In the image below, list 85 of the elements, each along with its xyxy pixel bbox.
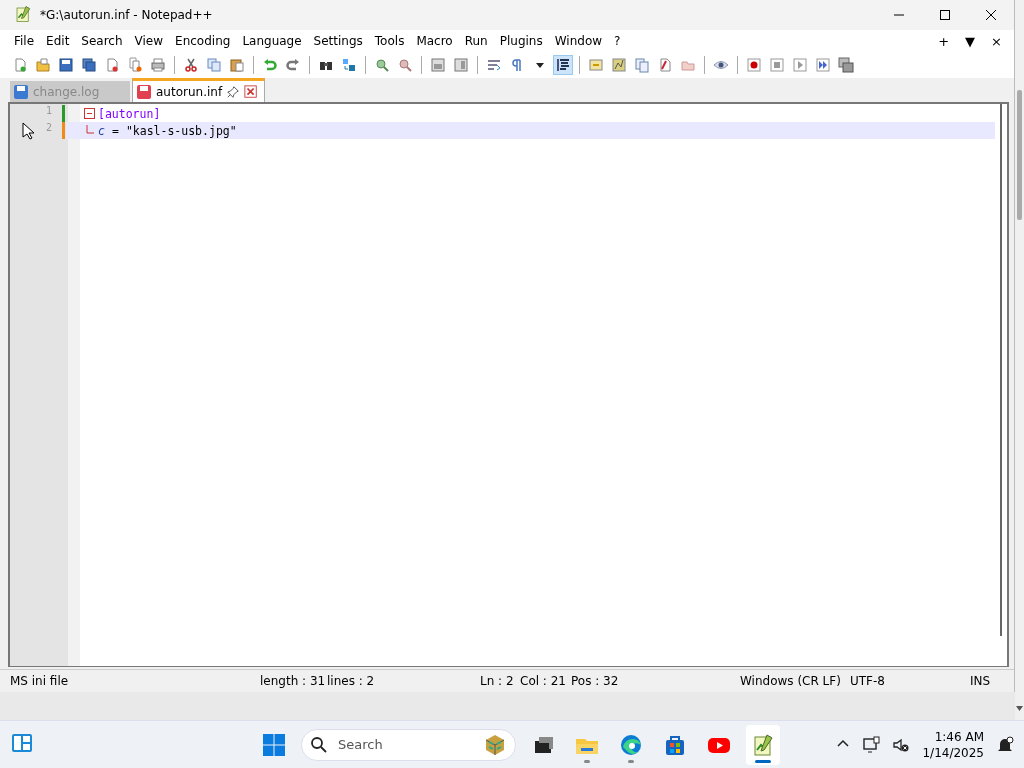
menu-item[interactable]: File (8, 34, 41, 48)
scissors-icon (183, 57, 199, 73)
split-pages-icon (453, 57, 469, 73)
status-field: Windows (CR LF) (740, 674, 841, 688)
status-field: MS ini file (10, 674, 69, 688)
clipboard-icon (229, 57, 245, 73)
documents-icon (634, 57, 650, 73)
menu-bar-button[interactable]: ▼ (961, 33, 980, 49)
copy-icon (206, 57, 222, 73)
play-icon (792, 57, 808, 73)
menu-item[interactable]: View (128, 34, 170, 48)
status-field: INS (970, 674, 991, 688)
menu-item[interactable]: Search (75, 34, 129, 48)
search-bar[interactable]: Search (301, 728, 516, 761)
file-tab[interactable]: autorun.inf (132, 78, 266, 102)
close-icon (244, 84, 259, 99)
stacked-windows-icon (838, 57, 854, 73)
pin-icon (226, 84, 241, 99)
status-field: Col : 21 (520, 674, 566, 688)
swirl-logo-icon (619, 732, 643, 757)
fold-end-line-icon (84, 124, 95, 137)
menu-bar-button[interactable]: + (934, 33, 954, 49)
undo-arrow-icon (262, 57, 278, 73)
clock[interactable]: 1:46 AM 1/14/2025 (922, 728, 984, 761)
line-number: 2 (46, 122, 52, 133)
chart-icon (611, 57, 627, 73)
floppy-disks-icon (81, 57, 97, 73)
menu-item[interactable]: Window (548, 34, 609, 48)
function-page-icon (657, 57, 673, 73)
redo-arrow-icon (285, 57, 301, 73)
line-number: 1 (46, 105, 52, 116)
close-icon (985, 9, 997, 21)
record-icon (746, 57, 762, 73)
window-title: *G:\autorun.inf - Notepad++ (40, 8, 214, 22)
menu-item[interactable]: ? (608, 34, 627, 48)
split-pages-icon (430, 57, 446, 73)
menu-item[interactable]: Settings (307, 34, 369, 48)
zoom-in-icon (374, 57, 390, 73)
clock-time: 1:46 AM (934, 728, 984, 745)
toolbar-button[interactable] (56, 55, 76, 75)
menu-item[interactable]: Macro (410, 34, 459, 48)
windows-logo-icon (262, 732, 286, 757)
status-field: Pos : 32 (571, 674, 619, 688)
fold-minus-icon (84, 108, 95, 119)
printer-icon (150, 57, 166, 73)
fast-forward-icon (815, 57, 831, 73)
menu-item[interactable]: Language (236, 34, 308, 48)
zoom-out-icon (397, 57, 413, 73)
cube-icon (483, 732, 507, 757)
status-field: lines : 2 (327, 674, 375, 688)
panel-icon (588, 57, 604, 73)
notepad-icon (751, 732, 775, 757)
search-icon (310, 735, 328, 754)
notepad-icon (14, 4, 32, 23)
scroll-down-arrow-icon[interactable] (1016, 706, 1023, 711)
section-header: [autorun] (98, 106, 161, 121)
close-files-icon (127, 57, 143, 73)
status-field: UTF-8 (850, 674, 885, 688)
equals-sign: = (111, 123, 119, 138)
open-folder-icon (35, 57, 51, 73)
menu-bar-button[interactable]: × (987, 33, 1006, 49)
notification-bell-icon (996, 735, 1014, 754)
indent-guide-icon (555, 57, 571, 73)
menu-item[interactable]: Plugins (493, 34, 549, 48)
toolbar-button[interactable] (553, 55, 573, 75)
menu-item[interactable]: Tools (368, 34, 411, 48)
ini-value: "kasl-s-usb.jpg" (125, 123, 237, 138)
replace-icon (341, 57, 357, 73)
word-wrap-icon (486, 57, 502, 73)
search-field[interactable]: Search (336, 736, 475, 753)
menu-item[interactable]: Run (458, 34, 494, 48)
toolbar-button[interactable] (79, 55, 99, 75)
close-file-icon (104, 57, 120, 73)
mouse-pointer-icon (22, 122, 36, 140)
new-file-icon (12, 57, 28, 73)
ini-key: c (98, 123, 105, 138)
status-field: Ln : 2 (480, 674, 514, 688)
network-monitor-icon (862, 735, 881, 754)
stop-icon (769, 57, 785, 73)
clock-date: 1/14/2025 (922, 744, 984, 761)
menu-item[interactable]: Edit (40, 34, 76, 48)
widgets-icon (10, 731, 34, 755)
status-field: length : 31 (260, 674, 326, 688)
maximize-icon (939, 9, 951, 21)
menu-item[interactable]: Encoding (169, 34, 237, 48)
